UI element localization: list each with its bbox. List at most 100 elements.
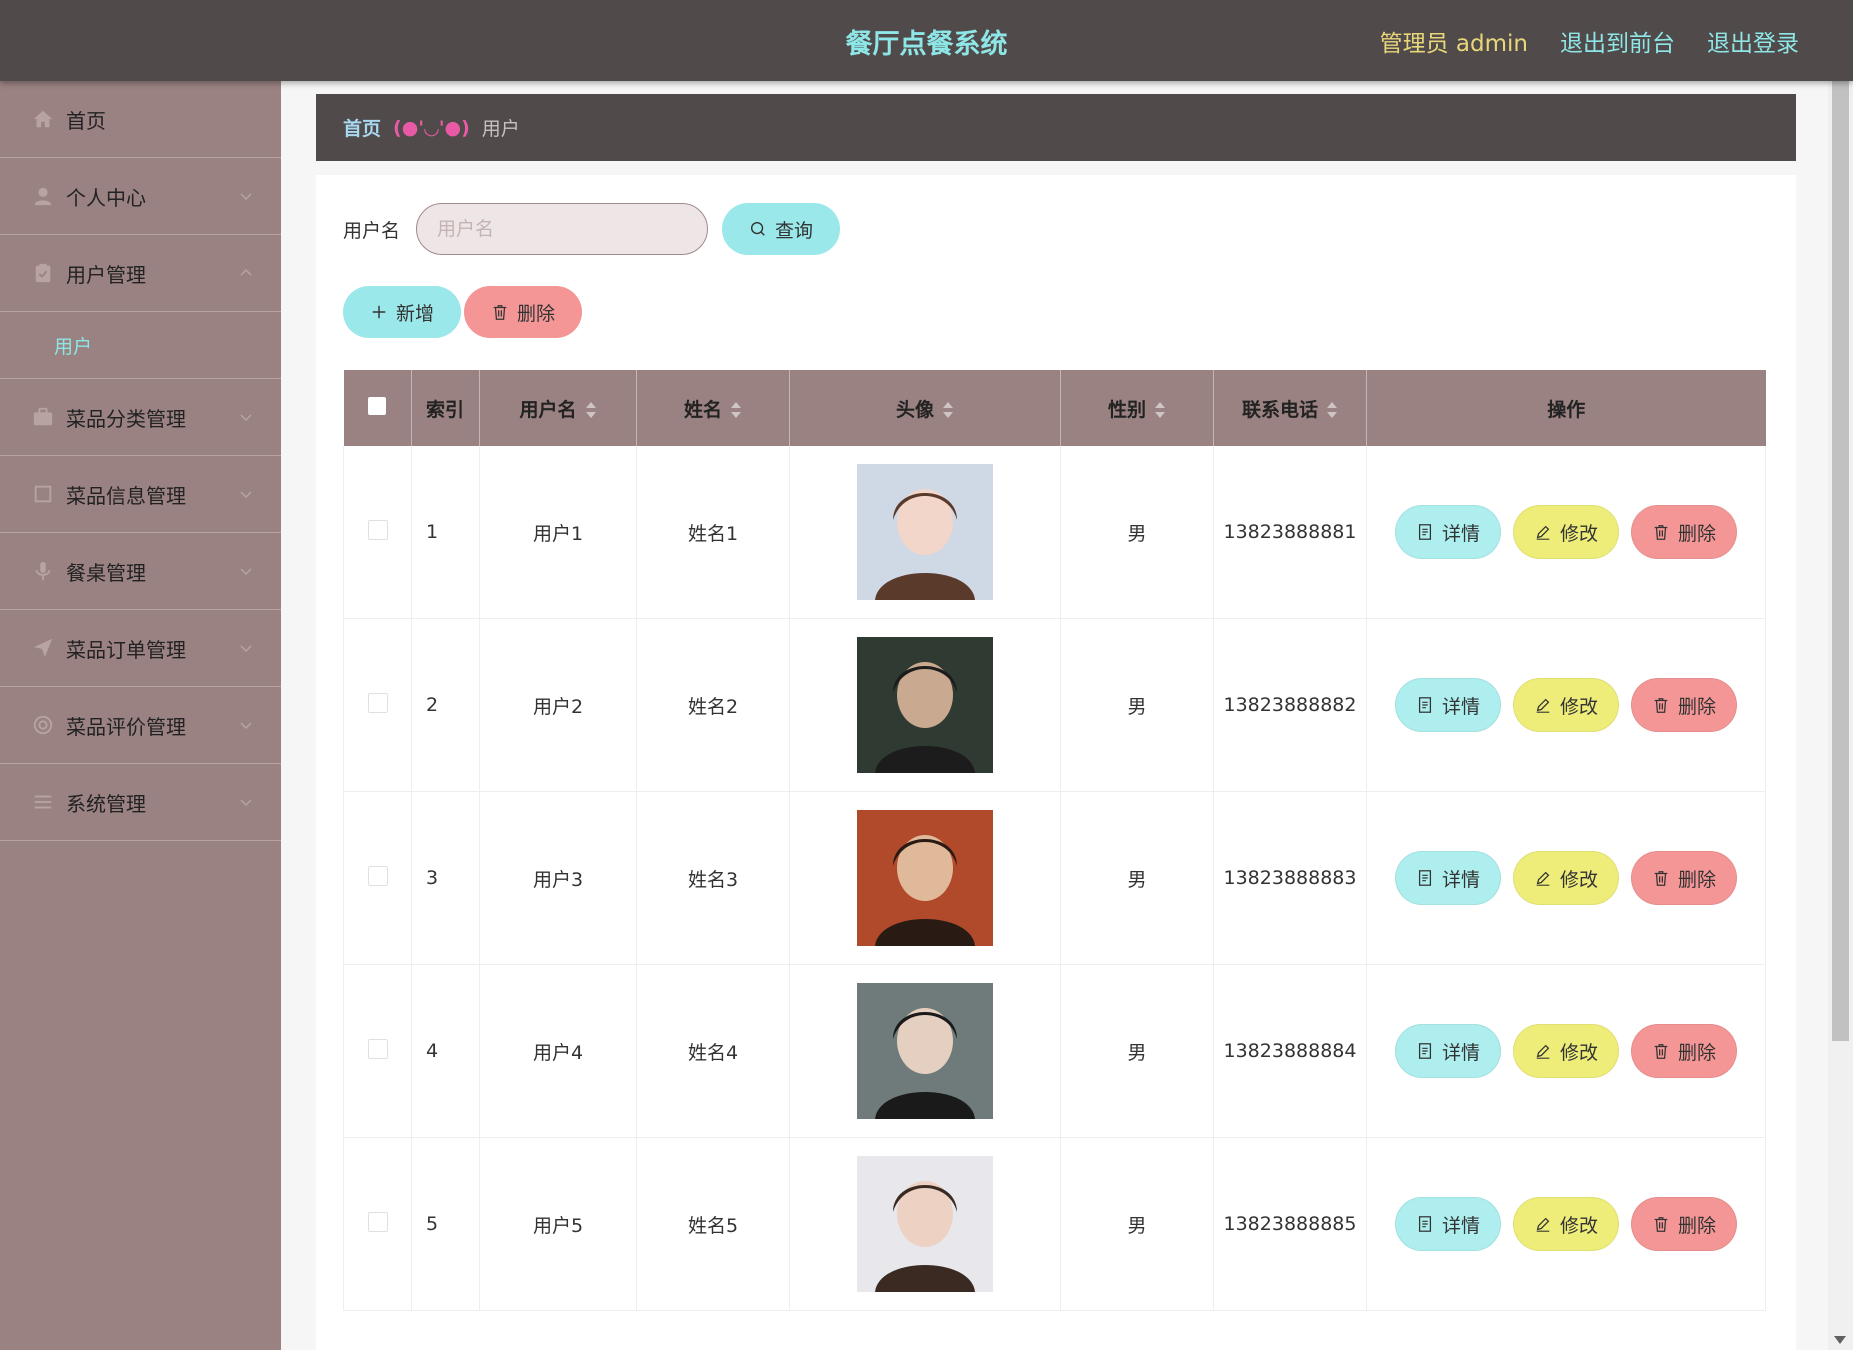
breadcrumb-home[interactable]: 首页 [343,114,381,141]
delete-button[interactable]: 删除 [1631,851,1737,905]
sidebar: 首页 个人中心 用户管理 用户 菜品分类管理 菜品信息管理 餐桌管理 菜品订单管… [0,81,281,1350]
edit-button[interactable]: 修改 [1513,851,1619,905]
delete-button[interactable]: 删除 [1631,505,1737,559]
scroll-down-arrow-icon[interactable] [1834,1336,1846,1344]
row-checkbox[interactable] [367,692,388,713]
chevron-down-icon [239,410,253,424]
select-all-checkbox[interactable] [368,396,387,415]
column-header-gender[interactable]: 性别 [1060,370,1214,446]
edit-button[interactable]: 修改 [1513,1024,1619,1078]
detail-button[interactable]: 详情 [1395,851,1501,905]
sort-icon[interactable] [942,400,954,420]
edit-button[interactable]: 修改 [1513,505,1619,559]
row-select-cell[interactable] [343,446,412,619]
column-header-username[interactable]: 用户名 [479,370,637,446]
sidebar-item-review-management[interactable]: 菜品评价管理 [0,687,281,764]
logout-link[interactable]: 退出登录 [1707,24,1799,58]
to-front-link[interactable]: 退出到前台 [1560,24,1675,58]
detail-button[interactable]: 详情 [1395,1197,1501,1251]
row-checkbox[interactable] [367,1038,388,1059]
sidebar-item-system-management[interactable]: 系统管理 [0,764,281,841]
sidebar-item-label: 菜品信息管理 [66,483,186,508]
sidebar-item-profile[interactable]: 个人中心 [0,158,281,235]
table-row: 2 用户2 姓名2 男 13823888882 详情 修改 删除 [343,618,1766,792]
row-index: 4 [411,964,480,1138]
sidebar-item-label: 首页 [66,108,106,133]
avatar [857,983,993,1119]
query-button[interactable]: 查询 [722,203,841,255]
chevron-up-icon [239,266,253,280]
sidebar-item-dish-info[interactable]: 菜品信息管理 [0,456,281,533]
top-bar: 餐厅点餐系统 管理员 admin 退出到前台 退出登录 [0,0,1853,81]
delete-button[interactable]: 删除 [1631,678,1737,732]
plus-icon [370,303,388,321]
sidebar-subitem-users[interactable]: 用户 [0,312,281,379]
sidebar-item-label: 系统管理 [66,791,146,816]
row-checkbox[interactable] [367,1211,388,1232]
sort-icon[interactable] [585,400,597,420]
sidebar-item-order-management[interactable]: 菜品订单管理 [0,610,281,687]
sort-icon[interactable] [1154,400,1166,420]
row-actions: 详情 修改 删除 [1366,618,1766,792]
document-icon [1416,1042,1434,1060]
row-select-cell[interactable] [343,1137,412,1311]
sort-icon[interactable] [730,400,742,420]
batch-delete-button[interactable]: 删除 [464,286,582,338]
row-checkbox[interactable] [367,519,388,540]
row-name: 姓名4 [636,964,790,1138]
sidebar-item-label: 菜品订单管理 [66,637,186,662]
query-button-label: 查询 [775,219,814,242]
edit-button[interactable]: 修改 [1513,678,1619,732]
table-row: 1 用户1 姓名1 男 13823888881 详情 修改 删除 [343,446,1766,619]
scrollbar-thumb[interactable] [1832,81,1849,1041]
row-actions: 详情 修改 删除 [1366,446,1766,619]
table-header-row: 索引 用户名 姓名 头像 性别 联系电话 操作 [343,370,1766,446]
row-select-cell[interactable] [343,791,412,965]
delete-button[interactable]: 删除 [1631,1197,1737,1251]
detail-button[interactable]: 详情 [1395,505,1501,559]
document-icon [1416,869,1434,887]
sidebar-item-user-management[interactable]: 用户管理 [0,235,281,312]
home-icon [32,108,54,130]
column-header-phone[interactable]: 联系电话 [1213,370,1367,446]
sidebar-item-label: 餐桌管理 [66,560,146,585]
chevron-down-icon [239,718,253,732]
sort-icon[interactable] [1326,400,1338,420]
delete-button[interactable]: 删除 [1631,1024,1737,1078]
sidebar-item-dish-category[interactable]: 菜品分类管理 [0,379,281,456]
column-header-index: 索引 [411,370,480,446]
column-header-avatar[interactable]: 头像 [789,370,1061,446]
sidebar-item-label: 个人中心 [66,185,146,210]
row-phone: 13823888885 [1213,1137,1367,1311]
main-panel: 用户名 查询 新增 删除 [316,175,1796,1350]
select-all-header[interactable] [343,370,412,446]
detail-button[interactable]: 详情 [1395,678,1501,732]
add-button[interactable]: 新增 [343,286,461,338]
column-header-name[interactable]: 姓名 [636,370,790,446]
row-name: 姓名3 [636,791,790,965]
row-gender: 男 [1060,1137,1214,1311]
edit-button[interactable]: 修改 [1513,1197,1619,1251]
sidebar-item-home[interactable]: 首页 [0,81,281,158]
chevron-down-icon [239,487,253,501]
sidebar-item-table-management[interactable]: 餐桌管理 [0,533,281,610]
pencil-icon [1534,869,1552,887]
row-select-cell[interactable] [343,964,412,1138]
search-bar: 用户名 查询 [343,203,841,255]
row-username: 用户3 [479,791,637,965]
trash-icon [1652,523,1670,541]
briefcase-icon [32,406,54,428]
row-actions: 详情 修改 删除 [1366,964,1766,1138]
page-scrollbar[interactable] [1828,81,1853,1350]
detail-button[interactable]: 详情 [1395,1024,1501,1078]
pencil-icon [1534,696,1552,714]
row-avatar-cell [789,1137,1061,1311]
sidebar-item-label: 菜品评价管理 [66,714,186,739]
row-name: 姓名1 [636,446,790,619]
row-select-cell[interactable] [343,618,412,792]
sidebar-item-label: 菜品分类管理 [66,406,186,431]
search-input[interactable] [416,203,709,255]
row-checkbox[interactable] [367,865,388,886]
circle-icon [32,714,54,736]
row-username: 用户2 [479,618,637,792]
